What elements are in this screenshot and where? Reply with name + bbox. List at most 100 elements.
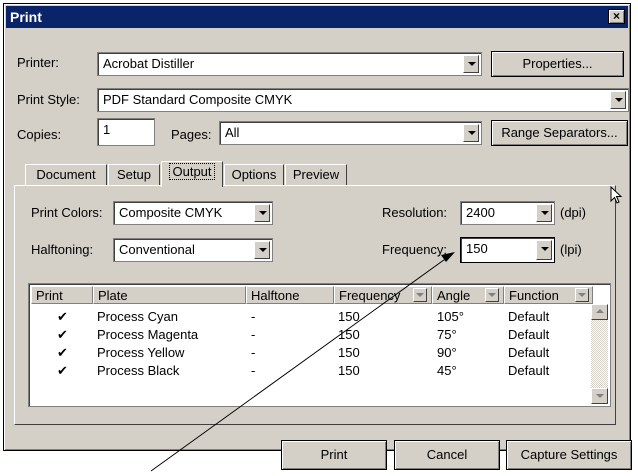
tab-setup-label: Setup bbox=[117, 167, 151, 182]
plate-name: Process Cyan bbox=[97, 309, 178, 324]
check-icon: ✔ bbox=[57, 363, 68, 378]
column-header-halftone-label: Halftone bbox=[251, 288, 300, 303]
close-icon: × bbox=[612, 9, 620, 23]
cancel-button[interactable]: Cancel bbox=[394, 440, 500, 470]
print-style-value: PDF Standard Composite CMYK bbox=[103, 92, 293, 107]
chevron-down-icon[interactable] bbox=[536, 204, 552, 222]
frequency-label: Frequency: bbox=[382, 242, 448, 257]
column-header-plate-label: Plate bbox=[98, 288, 128, 303]
column-header-angle[interactable]: Angle bbox=[432, 286, 504, 304]
frequency-value: 150 bbox=[466, 241, 488, 256]
halftoning-select[interactable]: Conventional bbox=[113, 238, 273, 262]
scroll-up-icon[interactable] bbox=[591, 304, 608, 320]
table-row[interactable]: ✔ Process Magenta - 150 75° Default bbox=[31, 326, 591, 344]
function-cell: Default bbox=[508, 327, 550, 342]
frequency-cell: 150 bbox=[338, 327, 360, 342]
check-icon: ✔ bbox=[57, 309, 68, 324]
plates-table[interactable]: Print Plate Halftone Frequency Angle Fun… bbox=[28, 283, 611, 407]
frequency-unit: (lpi) bbox=[560, 242, 582, 257]
table-row[interactable]: ✔ Process Cyan - 150 105° Default bbox=[31, 308, 591, 326]
halftone-value: - bbox=[251, 309, 256, 324]
pages-label: Pages: bbox=[171, 127, 212, 142]
pages-value: All bbox=[225, 125, 240, 140]
capture-settings-label: Capture Settings bbox=[520, 447, 618, 462]
column-header-halftone[interactable]: Halftone bbox=[246, 286, 334, 304]
sort-arrow-icon[interactable] bbox=[575, 288, 589, 302]
frequency-select[interactable]: 150 bbox=[460, 237, 555, 263]
cancel-button-label: Cancel bbox=[426, 447, 468, 462]
copies-input[interactable]: 1 bbox=[97, 118, 155, 146]
angle-cell: 90° bbox=[437, 345, 457, 360]
copies-label: Copies: bbox=[17, 127, 62, 142]
frequency-cell: 150 bbox=[338, 363, 360, 378]
resolution-select[interactable]: 2400 bbox=[460, 201, 555, 225]
pages-select[interactable]: All bbox=[219, 121, 482, 145]
table-row[interactable]: ✔ Process Black - 150 45° Default bbox=[31, 362, 591, 380]
printer-select[interactable]: Acrobat Distiller bbox=[97, 52, 482, 76]
capture-settings-button[interactable]: Capture Settings bbox=[506, 440, 632, 470]
halftone-value: - bbox=[251, 327, 256, 342]
plate-name: Process Yellow bbox=[97, 345, 185, 360]
printer-label: Printer: bbox=[17, 55, 59, 70]
tab-setup[interactable]: Setup bbox=[108, 164, 160, 186]
title-bar[interactable]: Print × bbox=[6, 6, 628, 28]
print-colors-value: Composite CMYK bbox=[119, 205, 223, 220]
tab-preview-label: Preview bbox=[292, 167, 340, 182]
print-colors-select[interactable]: Composite CMYK bbox=[113, 201, 273, 225]
angle-cell: 75° bbox=[437, 327, 457, 342]
chevron-down-icon[interactable] bbox=[254, 204, 270, 222]
print-colors-label: Print Colors: bbox=[31, 205, 103, 220]
range-separators-button[interactable]: Range Separators... bbox=[491, 120, 628, 146]
check-icon: ✔ bbox=[57, 327, 68, 342]
printer-value: Acrobat Distiller bbox=[103, 56, 195, 71]
halftoning-label: Halftoning: bbox=[31, 242, 94, 257]
column-header-function[interactable]: Function bbox=[504, 286, 593, 304]
print-style-select[interactable]: PDF Standard Composite CMYK bbox=[97, 88, 629, 112]
halftone-value: - bbox=[251, 363, 256, 378]
column-header-function-label: Function bbox=[509, 288, 559, 303]
column-header-plate[interactable]: Plate bbox=[93, 286, 246, 304]
halftoning-value: Conventional bbox=[119, 242, 195, 257]
tab-output-label: Output bbox=[169, 163, 215, 180]
frequency-cell: 150 bbox=[338, 309, 360, 324]
scroll-down-icon[interactable] bbox=[591, 388, 608, 404]
copies-value: 1 bbox=[103, 122, 111, 137]
frequency-cell: 150 bbox=[338, 345, 360, 360]
plate-name: Process Black bbox=[97, 363, 180, 378]
resolution-unit: (dpi) bbox=[560, 205, 587, 220]
properties-button[interactable]: Properties... bbox=[491, 51, 624, 77]
tab-options[interactable]: Options bbox=[224, 164, 284, 186]
resolution-value: 2400 bbox=[466, 205, 495, 220]
tab-preview[interactable]: Preview bbox=[285, 164, 347, 186]
tab-output[interactable]: Output bbox=[161, 161, 223, 187]
column-header-frequency[interactable]: Frequency bbox=[334, 286, 432, 304]
angle-cell: 45° bbox=[437, 363, 457, 378]
print-button[interactable]: Print bbox=[281, 440, 387, 470]
chevron-down-icon[interactable] bbox=[463, 124, 479, 142]
chevron-down-icon[interactable] bbox=[536, 240, 552, 260]
sort-arrow-icon[interactable] bbox=[413, 288, 427, 302]
chevron-down-icon[interactable] bbox=[254, 241, 270, 259]
tab-document[interactable]: Document bbox=[25, 164, 107, 186]
sort-arrow-icon[interactable] bbox=[485, 288, 499, 302]
print-button-label: Print bbox=[320, 447, 348, 462]
print-style-label: Print Style: bbox=[17, 92, 80, 107]
column-header-angle-label: Angle bbox=[437, 288, 471, 303]
table-header: Print Plate Halftone Frequency Angle Fun… bbox=[31, 286, 593, 304]
mouse-cursor-icon bbox=[610, 186, 623, 204]
chevron-down-icon[interactable] bbox=[463, 55, 479, 73]
angle-cell: 105° bbox=[437, 309, 464, 324]
table-row[interactable]: ✔ Process Yellow - 150 90° Default bbox=[31, 344, 591, 362]
column-header-frequency-label: Frequency bbox=[339, 288, 401, 303]
function-cell: Default bbox=[508, 309, 550, 324]
close-button[interactable]: × bbox=[608, 9, 625, 24]
resolution-label: Resolution: bbox=[382, 205, 448, 220]
plate-name: Process Magenta bbox=[97, 327, 199, 342]
dialog-title: Print bbox=[10, 9, 42, 25]
column-header-print[interactable]: Print bbox=[31, 286, 93, 304]
function-cell: Default bbox=[508, 363, 550, 378]
chevron-down-icon[interactable] bbox=[610, 91, 626, 109]
range-separators-label: Range Separators... bbox=[501, 125, 618, 140]
vertical-scrollbar[interactable] bbox=[591, 304, 608, 404]
halftone-value: - bbox=[251, 345, 256, 360]
